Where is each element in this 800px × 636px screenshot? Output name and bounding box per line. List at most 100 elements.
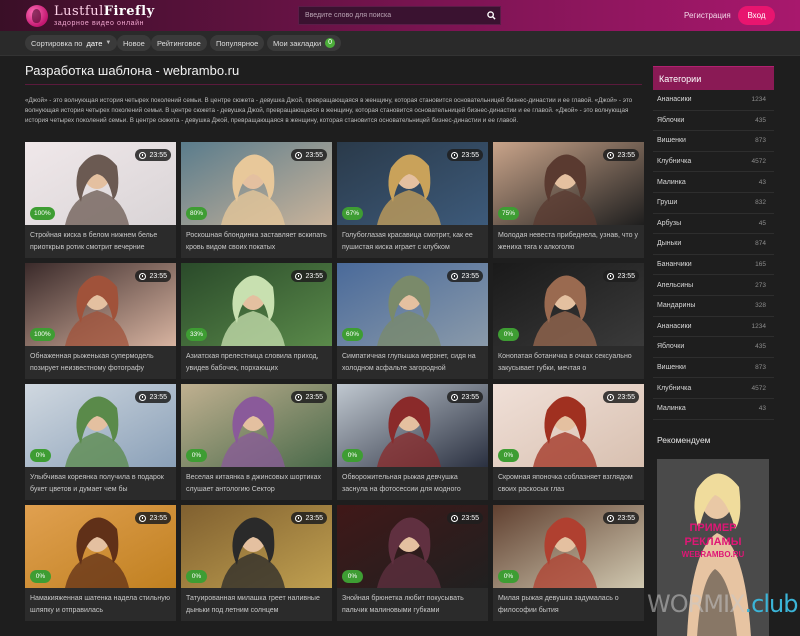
sort-label: Сортировка по [31, 38, 83, 48]
video-card[interactable]: 23:55 0% Намакияженная шатенка надела стил… [25, 505, 176, 621]
category-item[interactable]: Вишенки 873 [653, 131, 774, 152]
category-item[interactable]: Клубничка 4572 [653, 378, 774, 399]
category-item[interactable]: Яблочки 435 [653, 111, 774, 132]
video-title[interactable]: Азиатская прелестница словила приход, ув… [186, 351, 329, 375]
categories-header: Категории [653, 66, 774, 90]
video-title[interactable]: Роскошная блондинка заставляет вскипать … [186, 230, 329, 254]
video-card[interactable]: 23:55 60% Симпатичная глупышка мерзнет, си… [337, 263, 488, 379]
nav-popular[interactable]: Популярное [210, 35, 265, 51]
sort-dropdown[interactable]: Сортировка по дате ▼ [25, 35, 118, 51]
site-logo[interactable]: LustfulFirefly задорное видео онлайн [26, 3, 155, 29]
video-card[interactable]: 23:55 0% Улыбчивая кореянка получила в под… [25, 384, 176, 500]
duration-text: 23:55 [305, 514, 323, 522]
search-input[interactable] [299, 7, 482, 24]
nav-top-rated[interactable]: Рейтинговое [151, 35, 207, 51]
ad-text-line1: ПРИМЕР [689, 522, 737, 534]
category-name: Малинка [657, 178, 686, 186]
duration-badge: 23:55 [603, 512, 639, 524]
category-item[interactable]: Ананасики 1234 [653, 317, 774, 338]
video-title[interactable]: Симпатичная глупышка мерзнет, сидя на хо… [342, 351, 485, 375]
category-item[interactable]: Клубничка 4572 [653, 152, 774, 173]
video-card[interactable]: 23:55 67% Голубоглазая красавица смотрит, … [337, 142, 488, 258]
category-name: Вишенки [657, 137, 686, 145]
category-count: 328 [755, 302, 766, 310]
rating-badge: 67% [342, 207, 364, 220]
login-button[interactable]: Вход [738, 6, 775, 25]
video-card[interactable]: 23:55 0% Обворожительная рыжая девчушка за… [337, 384, 488, 500]
category-count: 1234 [751, 322, 766, 330]
rating-badge: 0% [30, 570, 51, 583]
category-item[interactable]: Дыньки 874 [653, 234, 774, 255]
video-card[interactable]: 23:55 0% Веселая китаянка в джинсовых шорт… [181, 384, 332, 500]
video-title[interactable]: Стройная киска в белом нижнем белье прио… [30, 230, 173, 254]
video-card[interactable]: 23:55 0% Знойная брюнетка любит покусывать… [337, 505, 488, 621]
rating-badge: 33% [186, 328, 208, 341]
rating-badge: 75% [498, 207, 520, 220]
video-card[interactable]: 23:55 0% Татуированная милашка греет налив… [181, 505, 332, 621]
category-item[interactable]: Вишенки 873 [653, 358, 774, 379]
video-card[interactable]: 23:55 0% Скромная японочка соблазняет взгл… [493, 384, 644, 500]
search-icon[interactable] [482, 7, 500, 24]
bookmarks-label: Мои закладки [273, 38, 322, 48]
clock-icon [607, 514, 615, 522]
video-card[interactable]: 23:55 0% Милая рыжая девушка задумалась о … [493, 505, 644, 621]
category-count: 873 [755, 137, 766, 145]
category-item[interactable]: Апельсины 273 [653, 275, 774, 296]
video-title[interactable]: Милая рыжая девушка задумалась о философ… [498, 593, 641, 617]
video-title[interactable]: Конопатая ботаничка в очках сексуально з… [498, 351, 641, 375]
duration-badge: 23:55 [447, 270, 483, 282]
video-title[interactable]: Молодая невеста прибеднела, узнав, что у… [498, 230, 641, 254]
duration-badge: 23:55 [447, 149, 483, 161]
video-title[interactable]: Татуированная милашка греет наливные дын… [186, 593, 329, 617]
category-name: Апельсины [657, 281, 694, 289]
video-title[interactable]: Голубоглазая красавица смотрит, как ее п… [342, 230, 485, 254]
nav-new[interactable]: Новое [117, 35, 151, 51]
clock-icon [451, 151, 459, 159]
video-title[interactable]: Улыбчивая кореянка получила в подарок бу… [30, 472, 173, 496]
rating-badge: 0% [186, 449, 207, 462]
duration-text: 23:55 [149, 151, 167, 159]
category-name: Малинка [657, 405, 686, 413]
duration-text: 23:55 [305, 151, 323, 159]
video-title[interactable]: Намакияженная шатенка надела стильную шл… [30, 593, 173, 617]
duration-badge: 23:55 [447, 391, 483, 403]
category-item[interactable]: Яблочки 435 [653, 337, 774, 358]
duration-badge: 23:55 [291, 149, 327, 161]
video-title[interactable]: Веселая китаянка в джинсовых шортиках сл… [186, 472, 329, 496]
video-title[interactable]: Знойная брюнетка любит покусывать пальчи… [342, 593, 485, 617]
sidebar: Категории Ананасики 1234 Яблочки 435 Вишенки… [653, 66, 774, 636]
duration-text: 23:55 [461, 272, 479, 280]
category-item[interactable]: Арбузы 45 [653, 214, 774, 235]
category-item[interactable]: Бананчики 165 [653, 255, 774, 276]
video-card[interactable]: 23:55 80% Роскошная блондинка заставляет в… [181, 142, 332, 258]
category-count: 4572 [751, 158, 766, 166]
clock-icon [295, 272, 303, 280]
category-count: 4572 [751, 384, 766, 392]
logo-title: LustfulFirefly [54, 4, 155, 19]
category-item[interactable]: Ананасики 1234 [653, 90, 774, 111]
duration-text: 23:55 [305, 393, 323, 401]
nav-bookmarks[interactable]: Мои закладки 0 [267, 35, 342, 51]
duration-badge: 23:55 [291, 391, 327, 403]
video-card[interactable]: 23:55 75% Молодая невеста прибеднела, узна… [493, 142, 644, 258]
category-item[interactable]: Мандарины 328 [653, 296, 774, 317]
duration-badge: 23:55 [291, 512, 327, 524]
video-card[interactable]: 23:55 100% Обнаженная рыженькая супермодел… [25, 263, 176, 379]
video-card[interactable]: 23:55 33% Азиатская прелестница словила пр… [181, 263, 332, 379]
category-name: Ананасики [657, 96, 692, 104]
video-title[interactable]: Обворожительная рыжая девчушка заснула н… [342, 472, 485, 496]
recommended-title: Рекомендуем [657, 435, 711, 445]
clock-icon [607, 151, 615, 159]
category-item[interactable]: Груши 832 [653, 193, 774, 214]
video-card[interactable]: 23:55 100% Стройная киска в белом нижнем б… [25, 142, 176, 258]
category-name: Дыньки [657, 240, 682, 248]
duration-text: 23:55 [149, 272, 167, 280]
duration-text: 23:55 [305, 272, 323, 280]
page-description: «Джой» - это волнующая история четырех п… [25, 97, 633, 124]
video-title[interactable]: Скромная японочка соблазняет взглядом св… [498, 472, 641, 496]
video-title[interactable]: Обнаженная рыженькая супермодель позируе… [30, 351, 173, 375]
video-card[interactable]: 23:55 0% Конопатая ботаничка в очках сексу… [493, 263, 644, 379]
category-item[interactable]: Малинка 43 [653, 172, 774, 193]
register-link[interactable]: Регистрация [684, 11, 731, 20]
category-item[interactable]: Малинка 43 [653, 399, 774, 420]
